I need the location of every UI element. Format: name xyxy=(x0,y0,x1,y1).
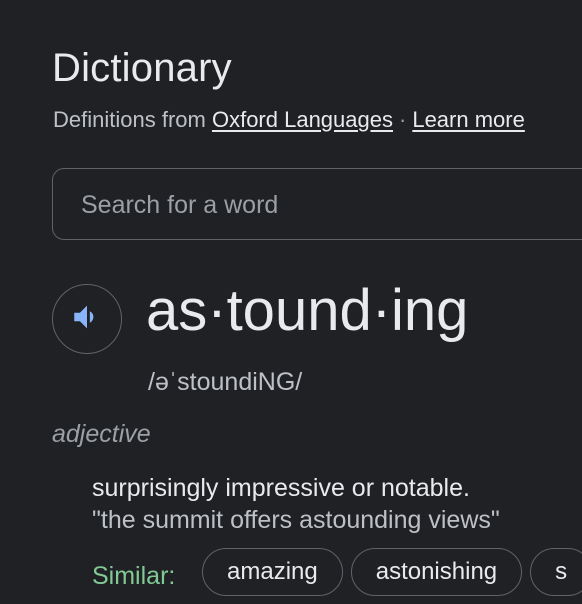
phonetic-spelling: /əˈstoundiNG/ xyxy=(148,368,303,396)
oxford-languages-link[interactable]: Oxford Languages xyxy=(212,107,393,132)
source-line: Definitions from Oxford Languages · Learn … xyxy=(53,106,525,134)
search-box[interactable] xyxy=(52,168,582,240)
example-sentence: "the summit offers astounding views" xyxy=(92,506,500,534)
separator-dot: · xyxy=(399,107,407,132)
similar-chip-amazing[interactable]: amazing xyxy=(202,548,343,596)
definition-text: surprisingly impressive or notable. xyxy=(92,474,470,502)
part-of-speech: adjective xyxy=(52,420,151,448)
headword: as·tound·ing xyxy=(146,278,469,343)
similar-label: Similar: xyxy=(92,562,176,590)
similar-words: amazing astonishing s xyxy=(202,548,582,596)
search-input[interactable] xyxy=(81,187,561,223)
dictionary-panel: Dictionary Definitions from Oxford Langu… xyxy=(0,0,582,604)
similar-chip-astonishing[interactable]: astonishing xyxy=(350,548,523,596)
similar-chip-partial[interactable]: s xyxy=(530,548,582,596)
source-prefix: Definitions from xyxy=(53,107,206,132)
learn-more-link[interactable]: Learn more xyxy=(412,107,525,132)
dictionary-title: Dictionary xyxy=(52,46,232,90)
pronunciation-button[interactable] xyxy=(52,284,122,354)
volume-up-icon xyxy=(70,300,104,339)
